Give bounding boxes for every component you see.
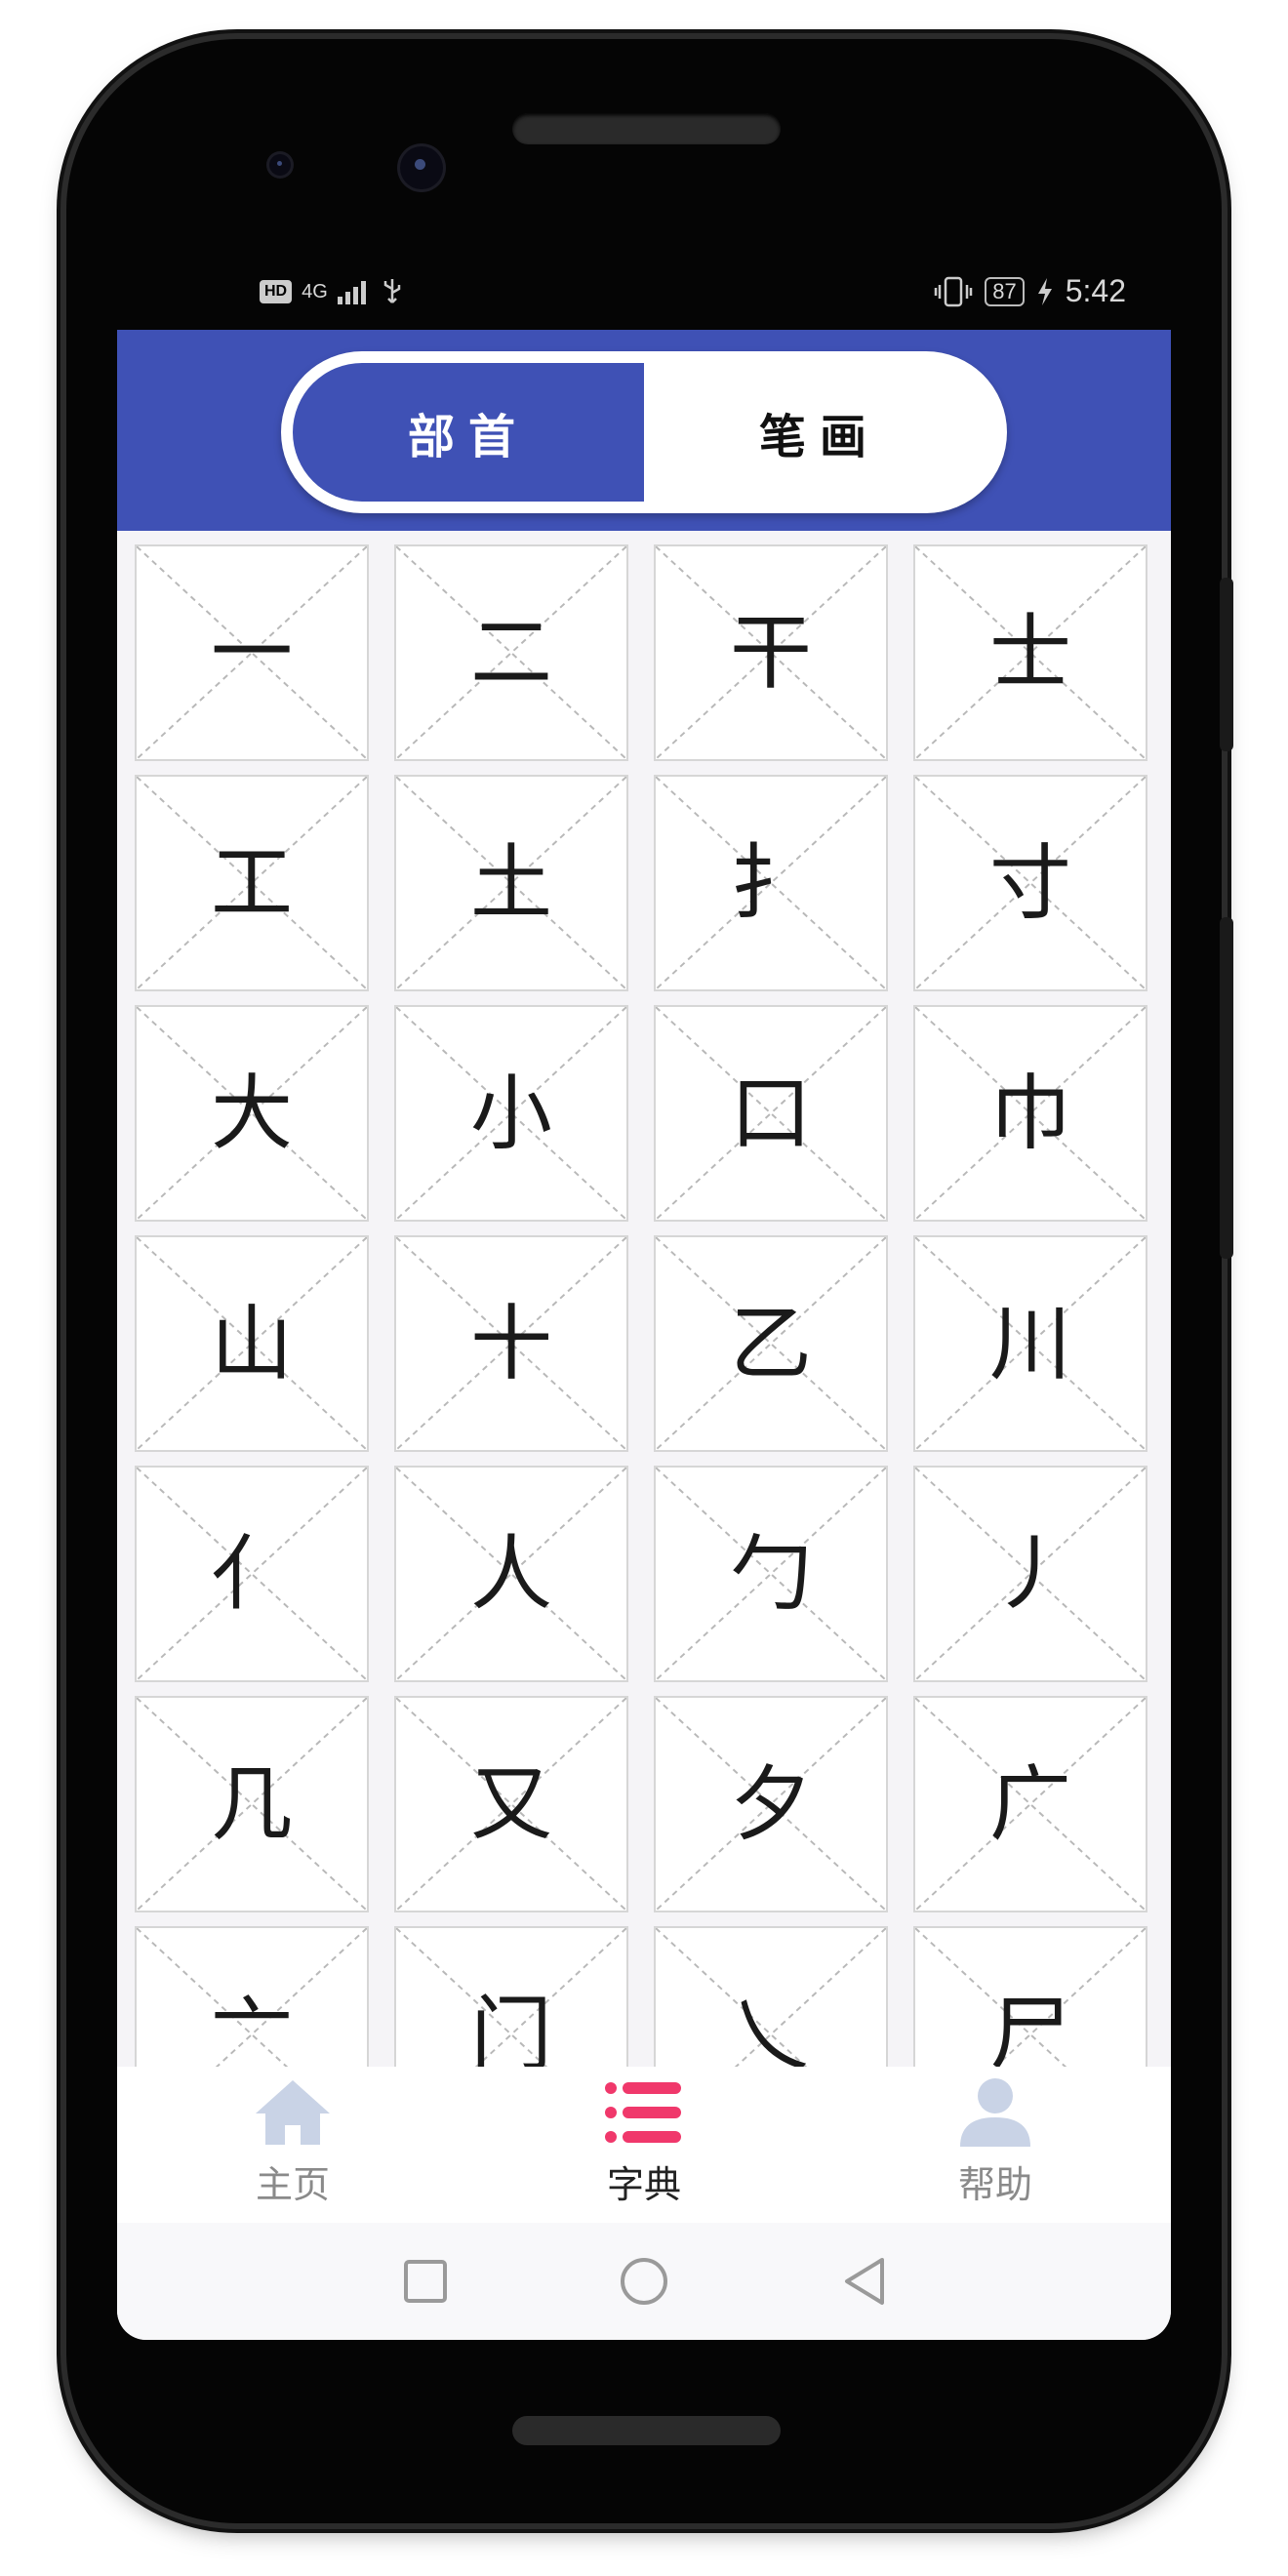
radical-character: 土 (469, 835, 552, 931)
radical-cell[interactable]: 丿 (913, 1466, 1147, 1682)
radical-cell[interactable]: 士 (913, 544, 1147, 761)
radical-character: 工 (210, 835, 293, 931)
radical-cell[interactable]: 人 (394, 1466, 628, 1682)
radical-character: 几 (210, 1756, 293, 1852)
status-left: HD 4G (260, 277, 404, 306)
radical-character: 二 (469, 605, 552, 701)
radical-character: 勹 (729, 1526, 812, 1622)
radical-character: 巾 (988, 1066, 1071, 1161)
tab-home[interactable]: 主页 (195, 2076, 390, 2213)
radical-character: 人 (469, 1526, 552, 1622)
radical-cell[interactable]: 广 (913, 1696, 1147, 1912)
radical-cell[interactable]: 扌 (654, 775, 888, 991)
radical-cell[interactable]: 山 (135, 1235, 369, 1452)
radical-cell[interactable]: 乙 (654, 1235, 888, 1452)
radical-cell[interactable]: 又 (394, 1696, 628, 1912)
radical-cell[interactable]: 川 (913, 1235, 1147, 1452)
radical-character: 山 (210, 1296, 293, 1391)
radical-cell[interactable]: 亻 (135, 1466, 369, 1682)
tab-dictionary[interactable]: 字典 (546, 2076, 742, 2213)
radical-character: 口 (729, 1066, 812, 1161)
radical-cell[interactable]: 小 (394, 1005, 628, 1222)
radical-character: 亻 (210, 1526, 293, 1622)
radical-character: 大 (210, 1066, 293, 1161)
bottom-tab-bar: 主页 字典 帮助 (117, 2067, 1171, 2223)
radical-cell[interactable]: 二 (394, 544, 628, 761)
power-button (1220, 917, 1233, 1259)
radical-cell[interactable]: 巾 (913, 1005, 1147, 1222)
radical-cell[interactable]: 寸 (913, 775, 1147, 991)
radical-cell[interactable]: 十 (394, 1235, 628, 1452)
radical-character: 十 (469, 1296, 552, 1391)
mode-switch-track: 部首 笔画 (293, 363, 995, 502)
tab-home-label: 主页 (255, 2163, 330, 2206)
bottom-speaker (512, 2416, 781, 2445)
tab-help[interactable]: 帮助 (898, 2076, 1093, 2213)
hd-badge: HD (260, 280, 293, 303)
mode-switch: 部首 笔画 (281, 351, 1007, 513)
status-bar: HD 4G 87 5:42 (117, 273, 1171, 332)
radical-character: 乙 (729, 1296, 812, 1391)
radical-character: 广 (988, 1756, 1071, 1852)
list-icon (605, 2082, 681, 2143)
radical-character: 夕 (729, 1756, 812, 1852)
app-screen: 部首 笔画 一 二 干 士工 土 扌 寸大 小 口 巾山 十 乙 川亻 人 勹 丿几 又 夕 广亠 门 乀 尸 主页 字典 (117, 330, 1171, 2340)
home-icon (256, 2080, 330, 2145)
radical-character: 乀 (729, 1987, 812, 2082)
radical-character: 一 (210, 605, 293, 701)
radical-character: 扌 (729, 835, 812, 931)
app-header: 部首 笔画 (117, 330, 1171, 531)
charging-icon (1037, 277, 1052, 305)
recents-square-icon[interactable] (396, 2252, 455, 2311)
strokes-tab[interactable]: 笔画 (644, 363, 995, 502)
radical-character: 亠 (210, 1987, 293, 2082)
radical-grid: 一 二 干 士工 土 扌 寸大 小 口 巾山 十 乙 川亻 人 勹 丿几 又 夕 广亠 门 乀 尸 (135, 544, 1159, 2143)
proximity-sensor (269, 154, 291, 176)
radicals-tab[interactable]: 部首 (293, 363, 644, 502)
network-type: 4G (302, 280, 328, 302)
radical-cell[interactable]: 大 (135, 1005, 369, 1222)
home-circle-icon[interactable] (615, 2252, 673, 2311)
radical-cell[interactable]: 夕 (654, 1696, 888, 1912)
radical-character: 尸 (988, 1987, 1071, 2082)
signal-icon (337, 281, 366, 304)
system-nav-bar (117, 2223, 1171, 2340)
radical-character: 寸 (988, 835, 1071, 931)
usb-icon (383, 279, 401, 303)
radical-character: 丿 (988, 1526, 1071, 1622)
radical-cell[interactable]: 干 (654, 544, 888, 761)
radical-character: 士 (988, 605, 1071, 701)
front-camera (400, 146, 443, 189)
person-icon (960, 2078, 1030, 2147)
volume-button (1220, 578, 1233, 751)
battery-indicator: 87 (985, 276, 1025, 306)
radical-cell[interactable]: 勹 (654, 1466, 888, 1682)
back-triangle-icon[interactable] (835, 2252, 894, 2311)
tab-help-label: 帮助 (957, 2163, 1032, 2206)
tab-dictionary-label: 字典 (606, 2163, 681, 2206)
vibrate-icon (934, 276, 973, 306)
radical-character: 小 (469, 1066, 552, 1161)
radical-character: 川 (988, 1296, 1071, 1391)
radical-cell[interactable]: 土 (394, 775, 628, 991)
radical-character: 门 (469, 1987, 552, 2082)
earpiece-speaker (512, 113, 781, 144)
radical-cell[interactable]: 几 (135, 1696, 369, 1912)
radical-character: 干 (729, 605, 812, 701)
radical-cell[interactable]: 一 (135, 544, 369, 761)
radical-cell[interactable]: 口 (654, 1005, 888, 1222)
status-right: 87 5:42 (934, 273, 1126, 309)
clock: 5:42 (1065, 273, 1126, 308)
radical-cell[interactable]: 工 (135, 775, 369, 991)
radical-character: 又 (469, 1756, 552, 1852)
